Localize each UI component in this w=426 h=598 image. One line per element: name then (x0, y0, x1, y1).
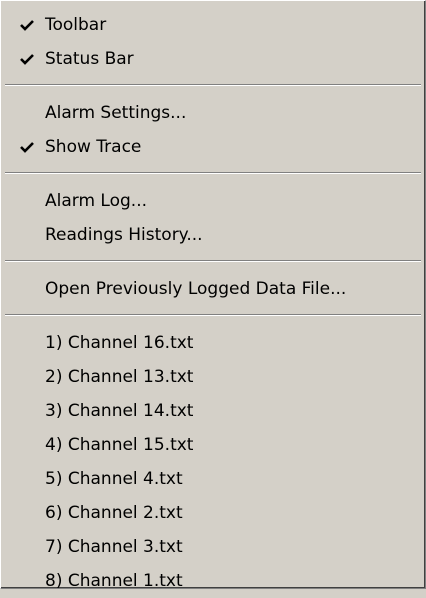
recent-file-item[interactable]: 7) Channel 3.txt (1, 530, 425, 564)
menu-separator (5, 84, 421, 86)
menu-item-show-trace[interactable]: Show Trace (1, 130, 425, 164)
recent-file-item[interactable]: 3) Channel 14.txt (1, 394, 425, 428)
menu-item-label: Open Previously Logged Data File... (45, 279, 347, 299)
menu-item-label: 5) Channel 4.txt (45, 469, 183, 489)
menu-item-label: Status Bar (45, 49, 134, 69)
menu-item-alarm-log[interactable]: Alarm Log... (1, 184, 425, 218)
menu-item-label: 3) Channel 14.txt (45, 401, 194, 421)
menu-item-status-bar[interactable]: Status Bar (1, 42, 425, 76)
menu-item-label: 7) Channel 3.txt (45, 537, 183, 557)
recent-file-item[interactable]: 6) Channel 2.txt (1, 496, 425, 530)
menu-separator (5, 260, 421, 262)
menu-item-label: Alarm Settings... (45, 103, 187, 123)
menu-item-label: 8) Channel 1.txt (45, 571, 183, 591)
dropdown-menu: Toolbar Status Bar Alarm Settings... Sho… (0, 0, 426, 591)
menu-item-alarm-settings[interactable]: Alarm Settings... (1, 96, 425, 130)
menu-separator (5, 314, 421, 316)
recent-file-item[interactable]: 4) Channel 15.txt (1, 428, 425, 462)
checkmark-icon (17, 42, 37, 76)
menu-item-label: 6) Channel 2.txt (45, 503, 183, 523)
menu-item-label: Alarm Log... (45, 191, 147, 211)
recent-file-item[interactable]: 5) Channel 4.txt (1, 462, 425, 496)
recent-file-item[interactable]: 1) Channel 16.txt (1, 326, 425, 360)
menu-item-label: Readings History... (45, 225, 203, 245)
menu-item-label: 4) Channel 15.txt (45, 435, 194, 455)
menu-item-toolbar[interactable]: Toolbar (1, 8, 425, 42)
menu-item-label: Toolbar (45, 15, 107, 35)
recent-file-item[interactable]: 8) Channel 1.txt (1, 564, 425, 598)
menu-item-open-logged-data-file[interactable]: Open Previously Logged Data File... (1, 272, 425, 306)
menu-separator (5, 172, 421, 174)
checkmark-icon (17, 130, 37, 164)
menu-item-label: Show Trace (45, 137, 142, 157)
checkmark-icon (17, 8, 37, 42)
menu-item-label: 1) Channel 16.txt (45, 333, 194, 353)
menu-item-label: 2) Channel 13.txt (45, 367, 194, 387)
menu-item-readings-history[interactable]: Readings History... (1, 218, 425, 252)
recent-file-item[interactable]: 2) Channel 13.txt (1, 360, 425, 394)
